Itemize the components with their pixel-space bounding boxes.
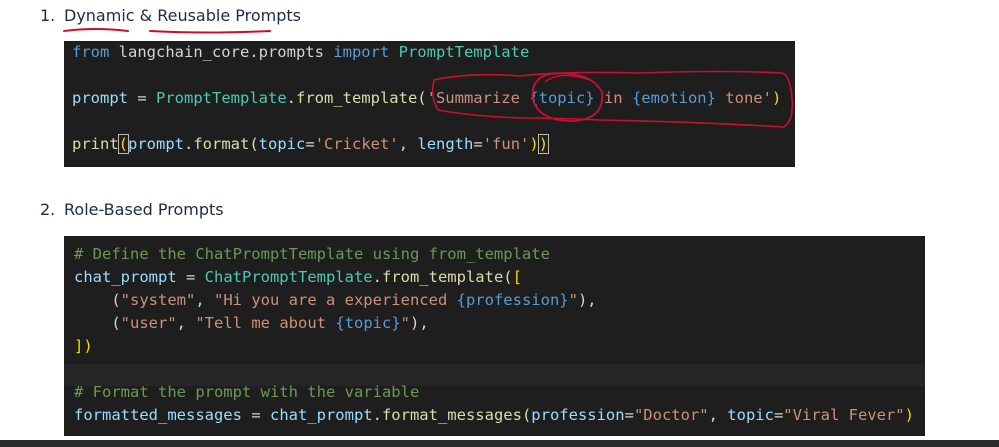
section-number: 2. — [40, 200, 56, 219]
section-number: 1. — [40, 6, 56, 25]
code-line: ("user", "Tell me about {topic}"), — [74, 314, 429, 332]
code-line: chat_prompt = ChatPromptTemplate.from_te… — [74, 268, 522, 286]
code-comment: # Format the prompt with the variable — [74, 383, 420, 401]
code-block-prompt-template[interactable]: from langchain_core.prompts import Promp… — [64, 41, 795, 167]
section-heading-1: 1. Dynamic & Reusable Prompts — [40, 6, 301, 25]
code-line: ("system", "Hi you are a experienced {pr… — [74, 291, 597, 309]
section-heading-2: 2. Role-Based Prompts — [40, 200, 224, 219]
underline-dynamic — [63, 28, 129, 32]
underline-reusable — [149, 30, 271, 34]
section-title: Role-Based Prompts — [64, 200, 224, 219]
bottom-bar — [0, 440, 999, 447]
code-line: ]) — [74, 337, 93, 355]
code-line: formatted_messages = chat_prompt.format_… — [74, 406, 914, 424]
code-comment: # Define the ChatPromptTemplate using fr… — [74, 245, 550, 263]
code-line: from langchain_core.prompts import Promp… — [72, 43, 530, 61]
code-block-chat-prompt[interactable]: # Define the ChatPromptTemplate using fr… — [64, 236, 925, 436]
code-line: prompt = PromptTemplate.from_template('S… — [72, 89, 782, 107]
code-line: print(prompt.format(topic='Cricket', len… — [72, 134, 550, 154]
section-title: Dynamic & Reusable Prompts — [64, 6, 301, 25]
